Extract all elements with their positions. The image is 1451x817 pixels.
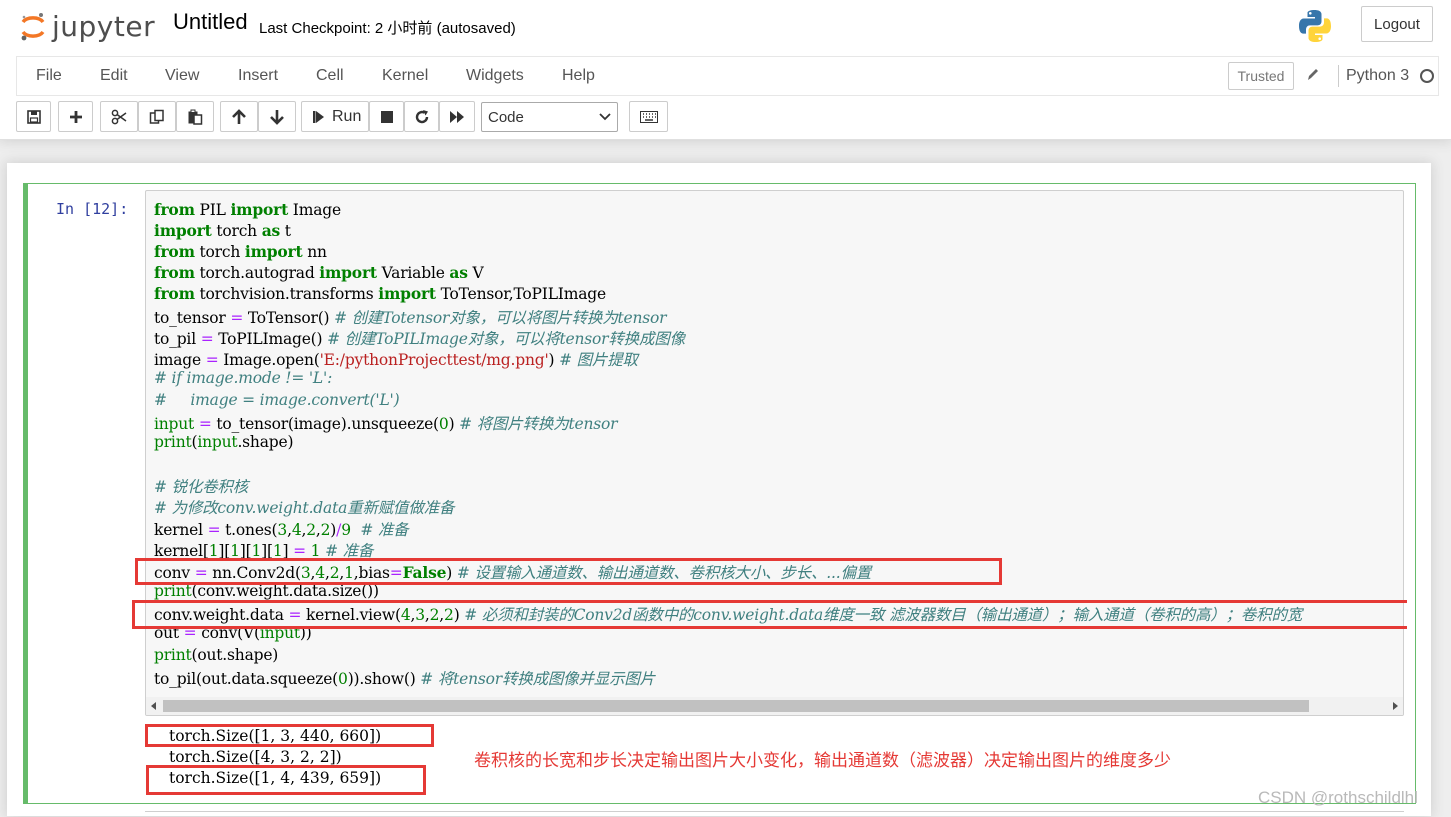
code-line: from torchvision.transforms import ToTen… bbox=[154, 284, 606, 303]
menu-help[interactable]: Help bbox=[562, 67, 595, 85]
highlight-output-1 bbox=[145, 724, 434, 747]
notebook-title[interactable]: Untitled bbox=[173, 9, 248, 35]
menu-insert[interactable]: Insert bbox=[238, 67, 278, 85]
code-line: input = to_tensor(image).unsqueeze(0) # … bbox=[154, 415, 618, 433]
next-cell[interactable] bbox=[145, 811, 1404, 817]
code-line: print(input.shape) bbox=[154, 433, 294, 451]
logo-text: jupyter bbox=[52, 9, 156, 43]
run-label: Run bbox=[332, 107, 362, 125]
code-line: # 锐化卷积核 bbox=[154, 478, 249, 496]
watermark: CSDN @rothschildlhl bbox=[1258, 788, 1418, 807]
kernel-idle-icon bbox=[1420, 69, 1434, 83]
arrow-up-icon bbox=[232, 108, 246, 124]
plus-icon bbox=[69, 110, 82, 123]
kernel-name[interactable]: Python 3 bbox=[1346, 67, 1409, 85]
scroll-right-icon[interactable] bbox=[1391, 702, 1399, 710]
pencil-icon[interactable] bbox=[1306, 67, 1320, 88]
clipboard-icon bbox=[188, 109, 203, 125]
stop-icon bbox=[380, 110, 393, 123]
scissors-icon bbox=[111, 109, 127, 124]
step-forward-icon bbox=[313, 110, 324, 123]
refresh-icon bbox=[415, 109, 428, 123]
keyboard-icon bbox=[639, 110, 658, 123]
interrupt-button[interactable] bbox=[369, 101, 404, 132]
code-line: to_tensor = ToTensor() # 创建Totensor对象，可以… bbox=[154, 309, 667, 327]
command-palette-button[interactable] bbox=[629, 101, 668, 132]
code-line: to_pil(out.data.squeeze(0)).show() # 将te… bbox=[154, 670, 655, 688]
save-button[interactable] bbox=[16, 101, 51, 132]
highlight-weight-line bbox=[132, 600, 1407, 629]
scrollbar-thumb[interactable] bbox=[163, 700, 1309, 712]
menu-kernel[interactable]: Kernel bbox=[382, 67, 428, 85]
code-editor[interactable]: from PIL import Image import torch as t … bbox=[145, 190, 1404, 716]
fast-forward-icon bbox=[450, 110, 464, 123]
save-icon bbox=[26, 109, 41, 124]
highlight-output-3 bbox=[146, 765, 426, 795]
code-line: import torch as t bbox=[154, 221, 291, 240]
move-up-button[interactable] bbox=[220, 101, 258, 132]
restart-run-all-button[interactable] bbox=[439, 101, 475, 132]
chevron-down-icon bbox=[599, 103, 611, 142]
move-down-button[interactable] bbox=[258, 101, 296, 132]
code-line: from PIL import Image bbox=[154, 200, 341, 219]
scroll-left-icon[interactable] bbox=[150, 702, 158, 710]
checkpoint-status: Last Checkpoint: 2 小时前 (autosaved) bbox=[259, 20, 516, 37]
code-line: image = Image.open('E:/pythonProjecttest… bbox=[154, 351, 638, 369]
annotation-text: 卷积核的长宽和步长决定输出图片大小变化，输出通道数（滤波器）决定输出图片的维度多… bbox=[474, 751, 1171, 770]
horizontal-scrollbar[interactable] bbox=[146, 697, 1403, 715]
header: jupyter Untitled Last Checkpoint: 2 小时前 … bbox=[0, 0, 1451, 140]
restart-button[interactable] bbox=[404, 101, 439, 132]
cell-type-value: Code bbox=[488, 109, 524, 126]
trusted-indicator[interactable]: Trusted bbox=[1228, 62, 1294, 90]
cell-type-select[interactable]: Code bbox=[481, 102, 618, 132]
highlight-conv-line bbox=[135, 558, 1002, 585]
output-line: torch.Size([4, 3, 2, 2]) bbox=[169, 748, 342, 766]
logout-button[interactable]: Logout bbox=[1361, 6, 1433, 42]
menu-file[interactable]: File bbox=[36, 67, 62, 85]
code-line: kernel = t.ones(3,4,2,2)/9 # 准备 bbox=[154, 521, 409, 539]
code-line: from torch import nn bbox=[154, 242, 327, 261]
paste-button[interactable] bbox=[176, 101, 214, 132]
menu-cell[interactable]: Cell bbox=[316, 67, 344, 85]
menu-view[interactable]: View bbox=[165, 67, 199, 85]
input-prompt: In [12]: bbox=[56, 200, 129, 218]
arrow-down-icon bbox=[270, 109, 284, 125]
kernel-separator bbox=[1338, 65, 1339, 87]
jupyter-logo[interactable]: jupyter bbox=[20, 8, 155, 44]
jupyter-logo-icon bbox=[20, 11, 46, 41]
menubar: File Edit View Insert Cell Kernel Widget… bbox=[16, 56, 1439, 96]
code-line: kernel[1][1][1][1] = 1 # 准备 bbox=[154, 542, 374, 560]
copy-icon bbox=[149, 109, 164, 124]
code-line: print(out.shape) bbox=[154, 646, 279, 664]
code-line: # if image.mode != 'L': bbox=[154, 369, 333, 387]
cut-button[interactable] bbox=[100, 101, 138, 132]
python-logo-icon bbox=[1297, 8, 1333, 44]
copy-button[interactable] bbox=[138, 101, 176, 132]
menu-widgets[interactable]: Widgets bbox=[466, 67, 524, 85]
insert-cell-button[interactable] bbox=[58, 101, 93, 132]
code-line: from torch.autograd import Variable as V bbox=[154, 263, 484, 282]
code-line: to_pil = ToPILImage() # 创建ToPILImage对象，可… bbox=[154, 330, 685, 348]
code-line: # image = image.convert('L') bbox=[154, 391, 400, 409]
run-button[interactable]: Run bbox=[301, 101, 369, 132]
code-line: # 为修改conv.weight.data重新赋值做准备 bbox=[154, 499, 455, 517]
menu-edit[interactable]: Edit bbox=[100, 67, 128, 85]
